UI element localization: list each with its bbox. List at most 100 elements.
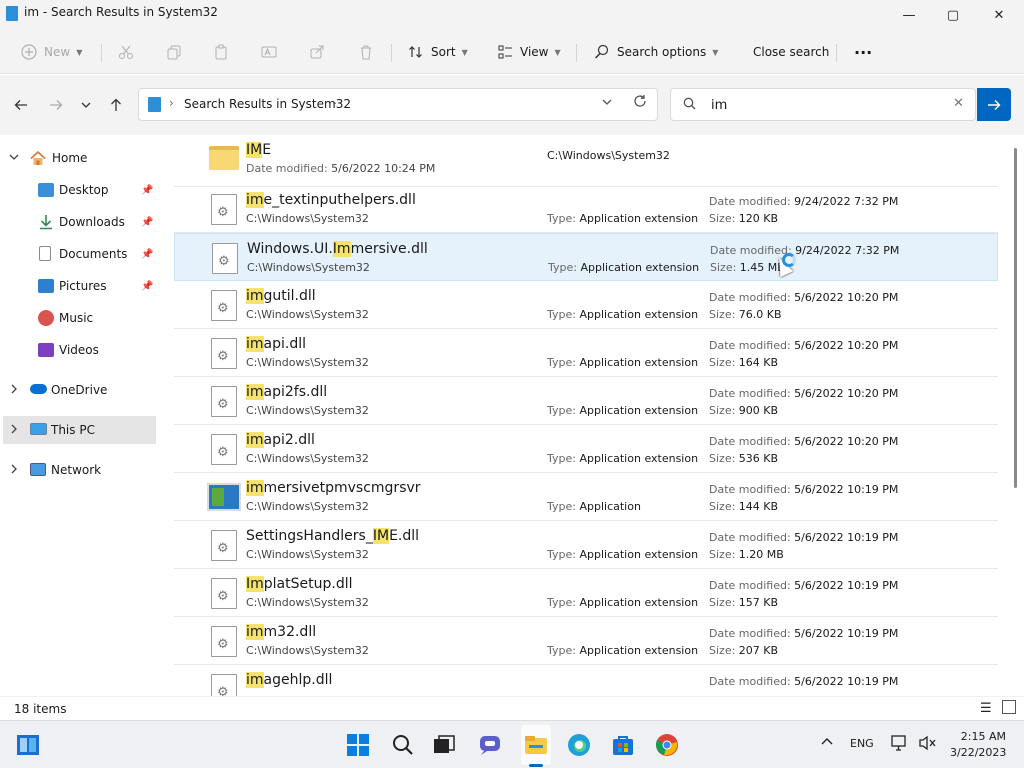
result-name[interactable]: imagehlp.dll [246, 672, 332, 688]
microsoft-store-icon[interactable] [611, 733, 635, 757]
recent-locations-chevron-icon[interactable] [74, 94, 98, 116]
result-row[interactable]: ⚙ imagehlp.dll Date modified: 5/6/2022 10:… [174, 665, 998, 696]
view-list-icon [496, 43, 514, 61]
forward-arrow-icon[interactable] [44, 94, 68, 116]
sidebar-item-label: Desktop [59, 183, 109, 197]
result-type: Type: Application extension [547, 356, 699, 369]
result-row[interactable]: ⚙ SettingsHandlers_IME.dll C:\Windows\Syst… [174, 521, 998, 569]
vertical-scrollbar[interactable] [1014, 148, 1017, 488]
pin-icon[interactable]: 📌 [141, 249, 153, 260]
widgets-icon[interactable] [16, 733, 40, 757]
clock[interactable]: 2:15 AM 3/22/2023 [950, 729, 1006, 761]
result-row[interactable]: ⚙ imapi2fs.dll C:\Windows\System32 Type: Ap… [174, 377, 998, 425]
rename-button[interactable] [260, 39, 284, 65]
result-row[interactable]: ⚙ ImplatSetup.dll C:\Windows\System32 Type:… [174, 569, 998, 617]
volume-muted-icon[interactable] [918, 735, 936, 754]
input-language[interactable]: ENG [850, 737, 874, 750]
cut-button[interactable] [117, 39, 141, 65]
search-go-button[interactable] [977, 88, 1011, 121]
pin-icon[interactable]: 📌 [141, 185, 153, 196]
chevron-right-icon[interactable] [9, 464, 19, 477]
minimize-button[interactable]: — [886, 0, 932, 30]
result-type: Type: Application extension [547, 596, 699, 609]
search-icon[interactable] [391, 733, 415, 757]
result-name[interactable]: immersivetpmvscmgrsvr [246, 480, 421, 496]
pin-icon[interactable]: 📌 [141, 281, 153, 292]
chevron-right-icon[interactable] [9, 424, 19, 437]
result-row[interactable]: ⚙ Windows.UI.Immersive.dll C:\Windows\Syst… [174, 233, 998, 281]
chevron-right-icon[interactable]: › [169, 96, 174, 110]
search-box[interactable]: ✕ [670, 88, 976, 121]
start-windows-icon[interactable] [346, 733, 370, 757]
match-highlight: Im [246, 576, 264, 592]
sidebar-item-desktop[interactable]: Desktop 📌 [0, 176, 160, 204]
share-button[interactable] [308, 39, 332, 65]
result-date-modified: Date modified: 5/6/2022 10:19 PM [709, 531, 899, 544]
busy-spinner-icon [782, 253, 796, 267]
paste-button[interactable] [212, 39, 236, 65]
sort-button[interactable]: Sort ▼ [407, 39, 468, 65]
file-explorer-icon[interactable] [524, 733, 548, 757]
view-button[interactable]: View ▼ [496, 39, 561, 65]
chat-icon[interactable] [478, 733, 502, 757]
result-name[interactable]: imapi2.dll [246, 432, 315, 448]
result-row[interactable]: ⚙ imgutil.dll C:\Windows\System32 Type: App… [174, 281, 998, 329]
divider [576, 44, 577, 62]
display-icon[interactable] [891, 735, 909, 754]
result-name[interactable]: SettingsHandlers_IME.dll [246, 528, 419, 544]
more-options-button[interactable]: ··· [854, 39, 872, 65]
delete-button[interactable] [357, 39, 381, 65]
close-search-button[interactable]: Close search [753, 39, 829, 65]
result-name[interactable]: imm32.dll [246, 624, 316, 640]
edge-browser-icon[interactable] [567, 733, 591, 757]
show-hidden-icons-chevron-icon[interactable] [820, 735, 834, 750]
copy-button[interactable] [165, 39, 189, 65]
search-input[interactable] [711, 96, 941, 114]
sidebar-item-this-pc[interactable]: This PC [3, 416, 156, 444]
result-name[interactable]: imapi2fs.dll [246, 384, 327, 400]
sidebar-item-home[interactable]: Home [0, 144, 160, 172]
sidebar-item-network[interactable]: Network [0, 456, 160, 484]
search-options-button[interactable]: Search options ▼ [593, 39, 718, 65]
new-button[interactable]: New ▼ [20, 39, 82, 65]
result-name[interactable]: ime_textinputhelpers.dll [246, 192, 416, 208]
address-bar[interactable]: › Search Results in System32 › [138, 88, 658, 121]
result-name[interactable]: IME [246, 142, 271, 158]
sidebar-item-videos[interactable]: Videos [0, 336, 160, 364]
navigation-pane: Home Desktop 📌 Downloads 📌 Documents 📌 P… [0, 135, 165, 696]
result-row[interactable]: IME Date modified: 5/6/2022 10:24 PM C:\Wi… [174, 135, 998, 187]
refresh-icon[interactable] [633, 94, 647, 112]
result-row[interactable]: ⚙ imapi.dll C:\Windows\System32 Type: Appli… [174, 329, 998, 377]
result-row[interactable]: ⚙ ime_textinputhelpers.dll C:\Windows\Syst… [174, 185, 998, 233]
sidebar-item-onedrive[interactable]: OneDrive [0, 376, 160, 404]
chevron-down-icon[interactable] [9, 152, 19, 165]
breadcrumb-search-results[interactable]: Search Results in System32 [184, 97, 351, 111]
sidebar-item-pictures[interactable]: Pictures 📌 [0, 272, 160, 300]
sidebar-item-music[interactable]: Music [0, 304, 160, 332]
maximize-button[interactable]: ▢ [930, 0, 976, 30]
result-row[interactable]: ⚙ imm32.dll C:\Windows\System32 Type: Appli… [174, 617, 998, 665]
chrome-browser-icon[interactable] [655, 733, 679, 757]
task-view-icon[interactable] [432, 733, 456, 757]
result-name[interactable]: imgutil.dll [246, 288, 316, 304]
result-name[interactable]: ImplatSetup.dll [246, 576, 353, 592]
sidebar-item-downloads[interactable]: Downloads 📌 [0, 208, 160, 236]
close-window-button[interactable]: ✕ [976, 0, 1022, 30]
chevron-right-icon[interactable]: › [332, 96, 337, 110]
result-name[interactable]: imapi.dll [246, 336, 306, 352]
clear-search-icon[interactable]: ✕ [953, 96, 964, 111]
search-results-list: IME Date modified: 5/6/2022 10:24 PM C:\Wi… [165, 135, 1010, 696]
details-view-icon[interactable]: ☰ [980, 701, 992, 716]
result-size: Size: 1.20 MB [709, 548, 784, 561]
result-row[interactable]: ⚙ imapi2.dll C:\Windows\System32 Type: Appl… [174, 425, 998, 473]
dll-file-icon: ⚙ [211, 338, 237, 369]
chevron-right-icon[interactable] [9, 384, 19, 397]
result-row[interactable]: immersivetpmvscmgrsvr C:\Windows\System32… [174, 473, 998, 521]
result-name[interactable]: Windows.UI.Immersive.dll [247, 241, 428, 257]
address-dropdown-icon[interactable] [601, 96, 613, 111]
pin-icon[interactable]: 📌 [141, 217, 153, 228]
back-arrow-icon[interactable] [9, 94, 33, 116]
tiles-view-icon[interactable] [1002, 700, 1016, 714]
up-arrow-icon[interactable] [104, 94, 128, 116]
sidebar-item-documents[interactable]: Documents 📌 [0, 240, 160, 268]
